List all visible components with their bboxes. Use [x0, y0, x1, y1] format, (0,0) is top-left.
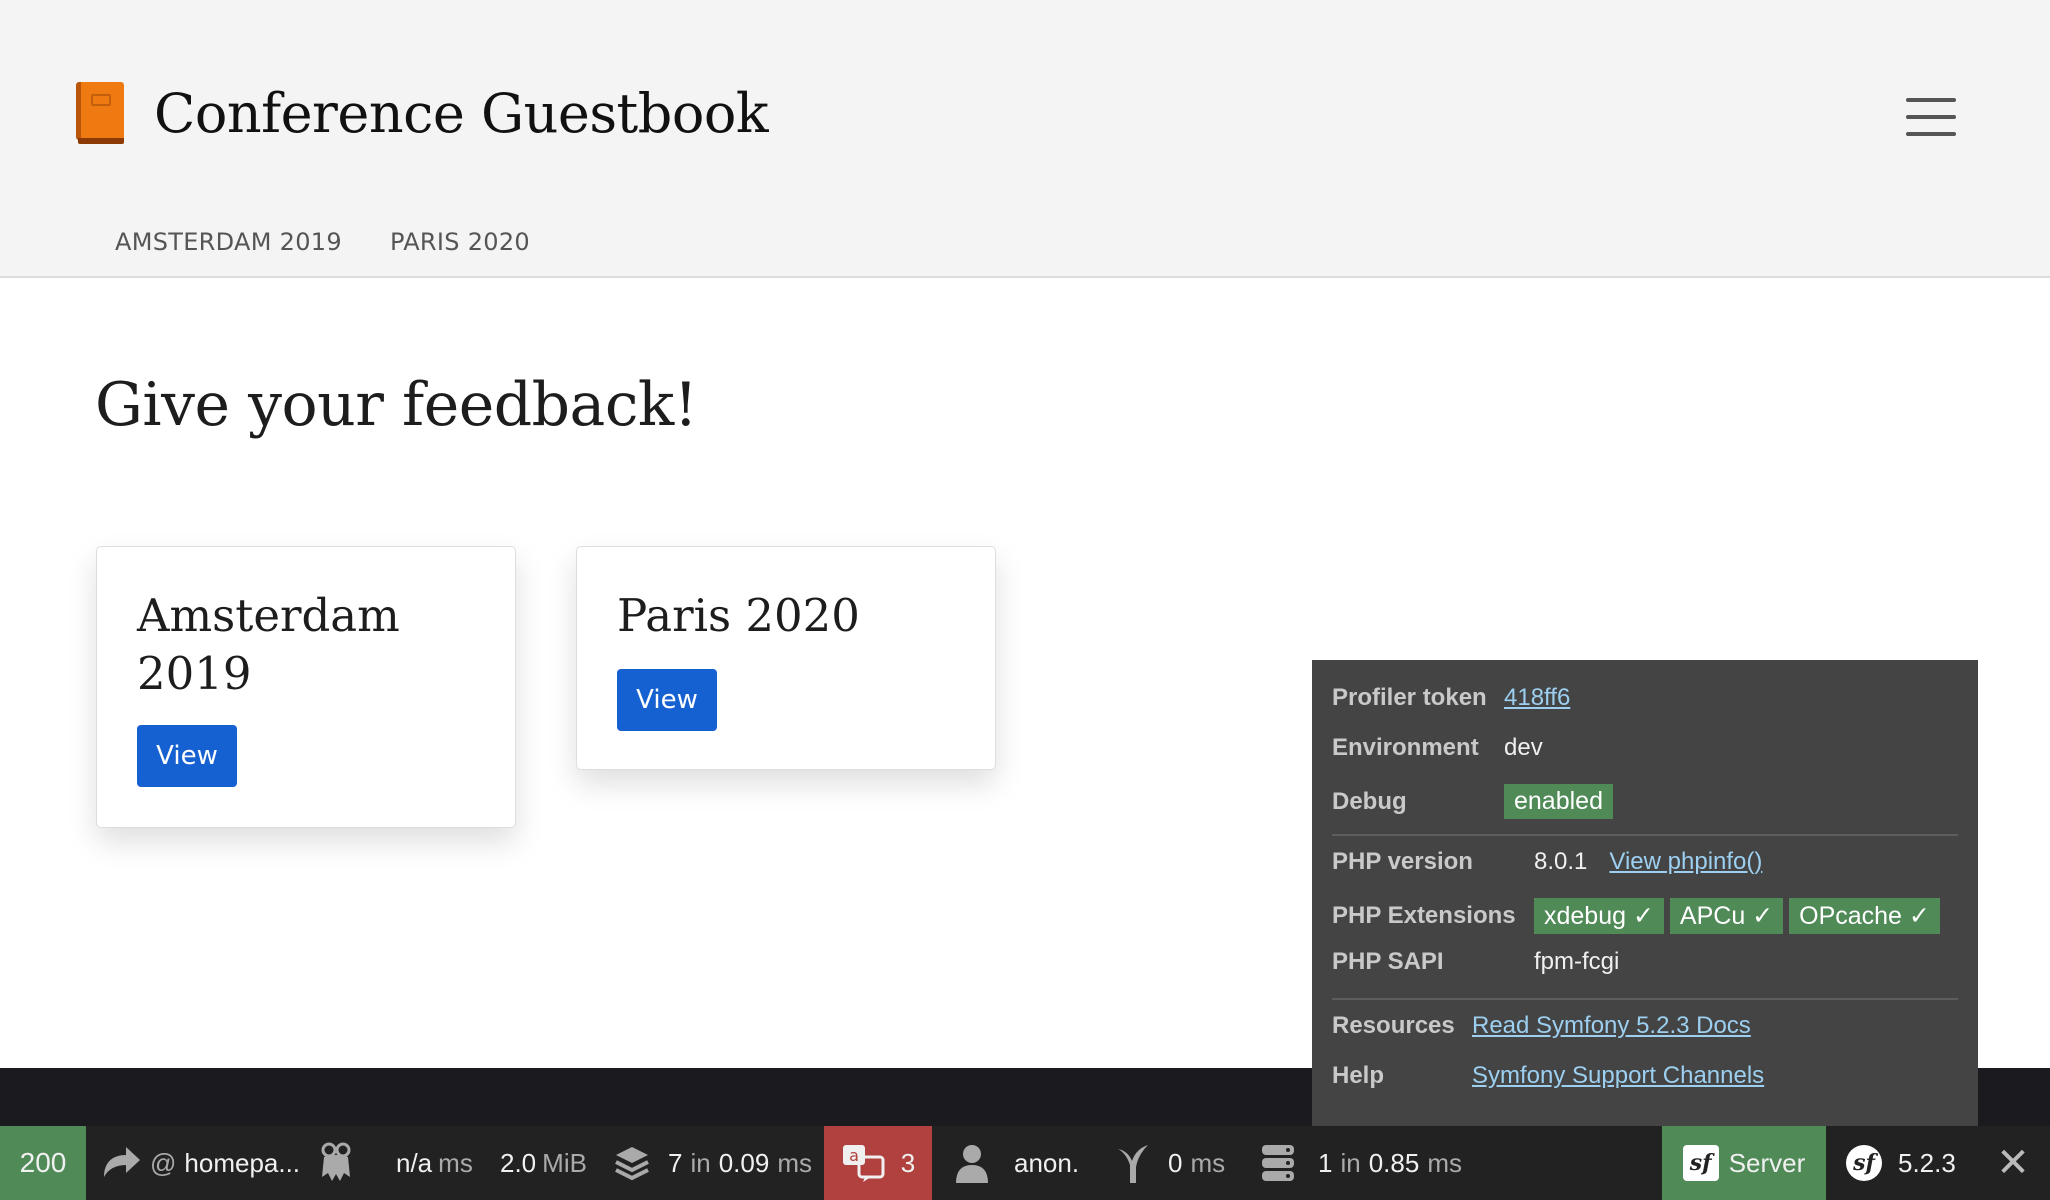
- db-unit: ms: [1427, 1147, 1462, 1178]
- opcache-badge: OPcache ✓: [1789, 898, 1940, 934]
- db-query-count: 1: [1318, 1147, 1333, 1178]
- symfony-logo-icon: sf: [1682, 1145, 1719, 1181]
- xdebug-badge: xdebug ✓: [1534, 898, 1664, 934]
- conference-card-paris: Paris 2020 View: [576, 546, 996, 770]
- symfony-logo-icon: sf: [1846, 1145, 1882, 1181]
- database-icon: [1262, 1145, 1294, 1181]
- php-version-label: PHP version: [1332, 848, 1473, 875]
- request-time-panel[interactable]: n/a ms: [396, 1126, 473, 1200]
- request-time-value: n/a: [396, 1147, 433, 1178]
- brand-title: Conference Guestbook: [154, 81, 769, 145]
- orange-book-icon: [74, 80, 128, 146]
- nav-link-paris-2020[interactable]: PARIS 2020: [390, 228, 530, 256]
- database-panel[interactable]: 1 in 0.85 ms: [1260, 1126, 1462, 1200]
- redirect-arrow-icon: [104, 1147, 140, 1177]
- twig-templates-panel[interactable]: 7 in 0.09 ms: [612, 1126, 812, 1200]
- card-title: Amsterdam 2019: [137, 589, 400, 700]
- translation-count: 3: [900, 1147, 916, 1178]
- page-title: Give your feedback!: [95, 370, 698, 440]
- profiler-token-label: Profiler token: [1332, 684, 1487, 711]
- resources-label: Resources: [1332, 1012, 1455, 1039]
- nav-link-amsterdam-2019[interactable]: AMSTERDAM 2019: [115, 228, 342, 256]
- profiler-info-panel: Profiler token 418ff6 Environment dev De…: [1312, 660, 1978, 1126]
- events-unit: ms: [1190, 1147, 1226, 1178]
- view-paris-button[interactable]: View: [617, 669, 717, 731]
- help-label: Help: [1332, 1062, 1385, 1089]
- conference-nav: AMSTERDAM 2019 PARIS 2020: [115, 228, 530, 256]
- memory-value: 2.0: [500, 1147, 537, 1178]
- brand-link[interactable]: Conference Guestbook: [74, 80, 769, 146]
- templates-unit: ms: [777, 1147, 812, 1178]
- svg-text:a: a: [849, 1146, 859, 1165]
- user-icon: [956, 1145, 988, 1183]
- server-label: Server: [1728, 1147, 1806, 1178]
- conference-card-amsterdam: Amsterdam 2019 View: [96, 546, 516, 828]
- debug-status-badge: enabled: [1504, 784, 1613, 819]
- templates-count: 7: [668, 1147, 683, 1178]
- events-value: 0: [1168, 1147, 1183, 1178]
- profiler-token-link[interactable]: 418ff6: [1504, 684, 1570, 712]
- divider: [1332, 834, 1958, 836]
- php-sapi-value: fpm-fcgi: [1534, 948, 1620, 975]
- view-amsterdam-button[interactable]: View: [137, 725, 237, 787]
- db-in-text: in: [1340, 1147, 1361, 1178]
- card-title: Paris 2020: [617, 589, 860, 642]
- environment-value: dev: [1504, 734, 1543, 761]
- request-time-unit: ms: [438, 1147, 473, 1178]
- security-panel[interactable]: anon.: [956, 1126, 1079, 1200]
- user-name: anon.: [1014, 1147, 1080, 1178]
- symfony-version: 5.2.3: [1898, 1147, 1956, 1178]
- close-toolbar-icon[interactable]: ✕: [1990, 1126, 2036, 1200]
- events-icon: [1118, 1145, 1148, 1183]
- symfony-version-panel[interactable]: sf 5.2.3: [1846, 1126, 1956, 1200]
- templates-in-text: in: [690, 1147, 711, 1178]
- divider: [1332, 998, 1958, 1000]
- route-panel[interactable]: @ homepa...: [100, 1126, 300, 1200]
- support-channels-link[interactable]: Symfony Support Channels: [1472, 1062, 1764, 1090]
- php-version-value: 8.0.1: [1534, 848, 1588, 875]
- templates-time: 0.09: [718, 1147, 770, 1178]
- view-phpinfo-link[interactable]: View phpinfo(): [1609, 848, 1762, 876]
- translation-icon: a: [842, 1145, 885, 1182]
- events-panel[interactable]: 0 ms: [1116, 1126, 1225, 1200]
- route-at-symbol: @: [150, 1147, 177, 1178]
- layers-icon: [615, 1147, 649, 1181]
- php-extensions-label: PHP Extensions: [1332, 902, 1516, 929]
- debug-label: Debug: [1332, 787, 1407, 815]
- apcu-badge: APCu ✓: [1669, 898, 1784, 934]
- status-code-badge[interactable]: 200: [0, 1126, 86, 1200]
- route-name: homepa...: [184, 1147, 301, 1178]
- translation-panel[interactable]: a 3: [824, 1126, 932, 1200]
- ghost-icon[interactable]: [316, 1126, 356, 1200]
- symfony-debug-toolbar: 200 @ homepa... n/a ms 2.0 MiB 7 in 0.09…: [0, 1126, 2050, 1200]
- php-sapi-label: PHP SAPI: [1332, 948, 1444, 975]
- symfony-docs-link[interactable]: Read Symfony 5.2.3 Docs: [1472, 1012, 1751, 1040]
- memory-unit: MiB: [542, 1147, 587, 1178]
- environment-label: Environment: [1332, 734, 1479, 761]
- db-time: 0.85: [1368, 1147, 1420, 1178]
- site-header: Conference Guestbook AMSTERDAM 2019 PARI…: [0, 0, 2050, 278]
- memory-panel[interactable]: 2.0 MiB: [500, 1126, 587, 1200]
- hamburger-menu-icon[interactable]: [1906, 98, 1956, 136]
- server-panel[interactable]: sf Server: [1662, 1126, 1826, 1200]
